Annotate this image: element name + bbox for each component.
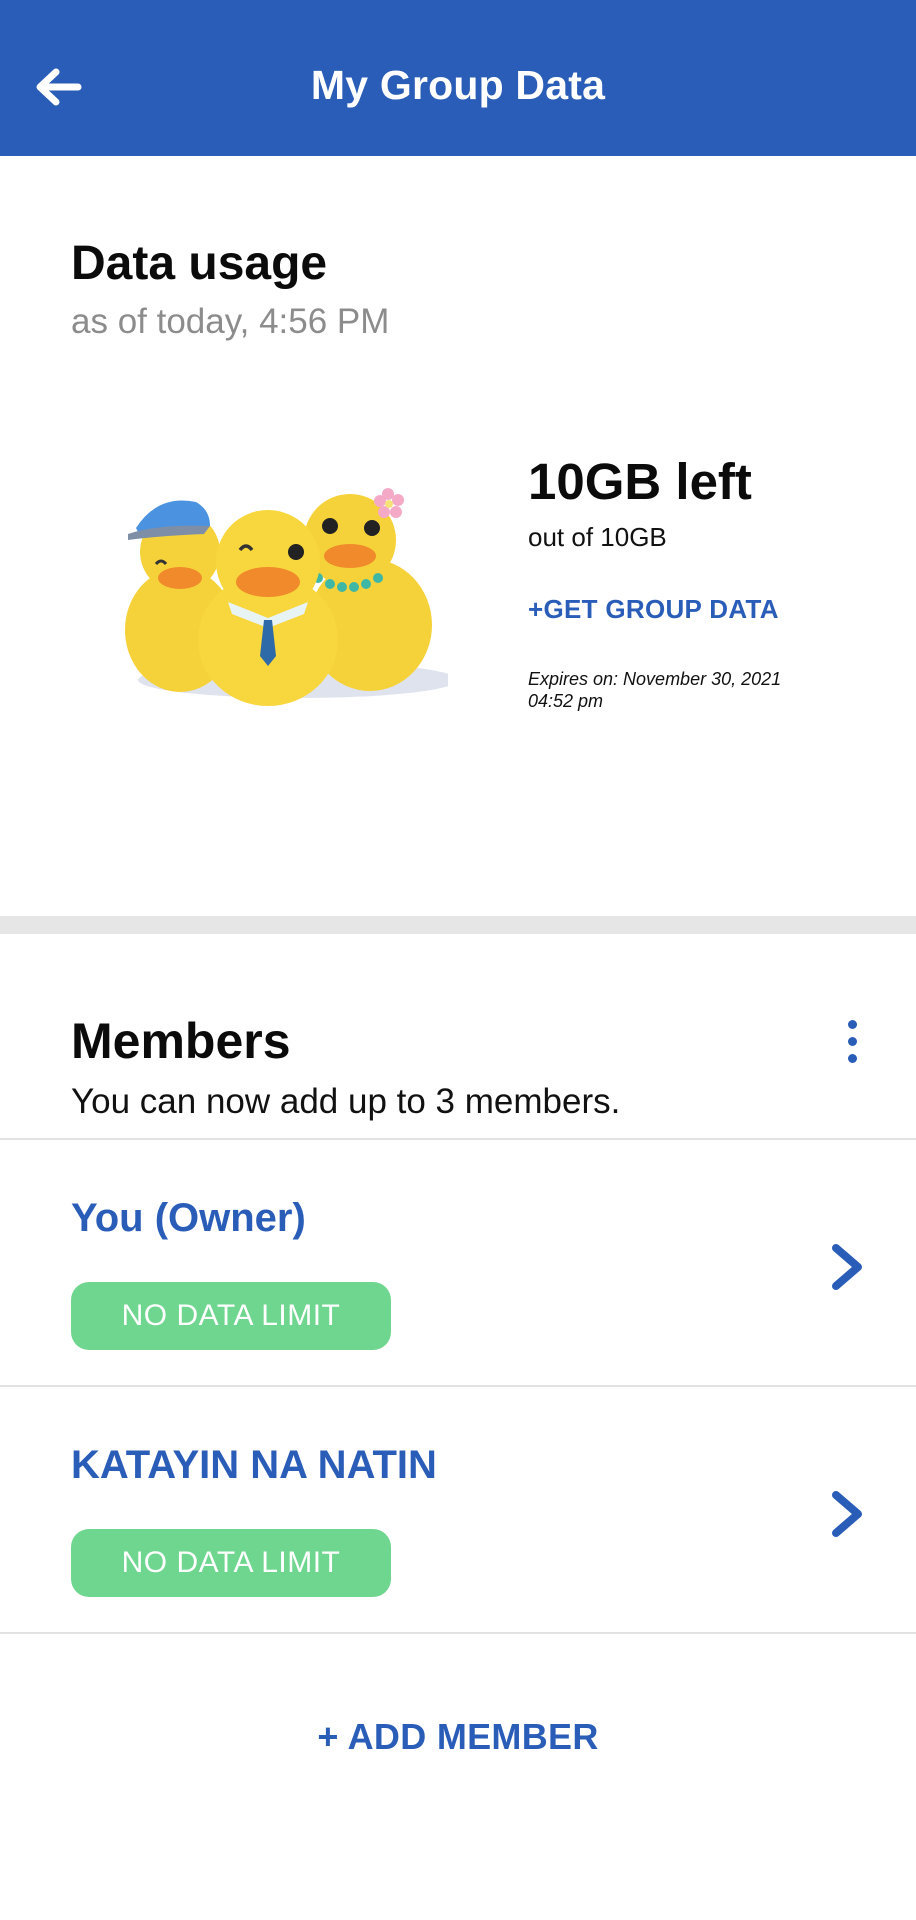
member-row-owner[interactable]: You (Owner) NO DATA LIMIT [0, 1140, 916, 1384]
member-name: You (Owner) [71, 1196, 306, 1240]
section-divider [0, 916, 916, 934]
expiry-info: Expires on: November 30, 2021 04:52 pm [528, 668, 828, 712]
data-limit-badge: NO DATA LIMIT [71, 1529, 391, 1597]
app-bar: My Group Data [0, 0, 916, 156]
expiry-date: Expires on: November 30, 2021 [528, 669, 782, 689]
expiry-time: 04:52 pm [528, 691, 604, 711]
data-remaining: 10GB left [528, 453, 752, 510]
chevron-right-icon [832, 1491, 862, 1537]
member-row-katayin[interactable]: KATAYIN NA NATIN NO DATA LIMIT [0, 1387, 916, 1631]
member-name: KATAYIN NA NATIN [71, 1443, 437, 1487]
add-member-button[interactable]: + ADD MEMBER [0, 1716, 916, 1758]
divider [0, 1632, 916, 1634]
get-group-data-link[interactable]: +GET GROUP DATA [528, 594, 779, 625]
data-usage-heading: Data usage [71, 237, 328, 290]
more-vertical-icon [848, 1020, 857, 1029]
data-total: out of 10GB [528, 522, 667, 552]
duck-family-illustration [125, 488, 448, 706]
data-limit-badge: NO DATA LIMIT [71, 1282, 391, 1350]
chevron-right-icon [832, 1244, 862, 1290]
page-title: My Group Data [310, 62, 606, 108]
data-usage-timestamp: as of today, 4:56 PM [71, 302, 390, 341]
members-subtitle: You can now add up to 3 members. [71, 1082, 621, 1121]
more-options-button[interactable] [834, 1014, 872, 1070]
members-heading: Members [71, 1013, 291, 1069]
